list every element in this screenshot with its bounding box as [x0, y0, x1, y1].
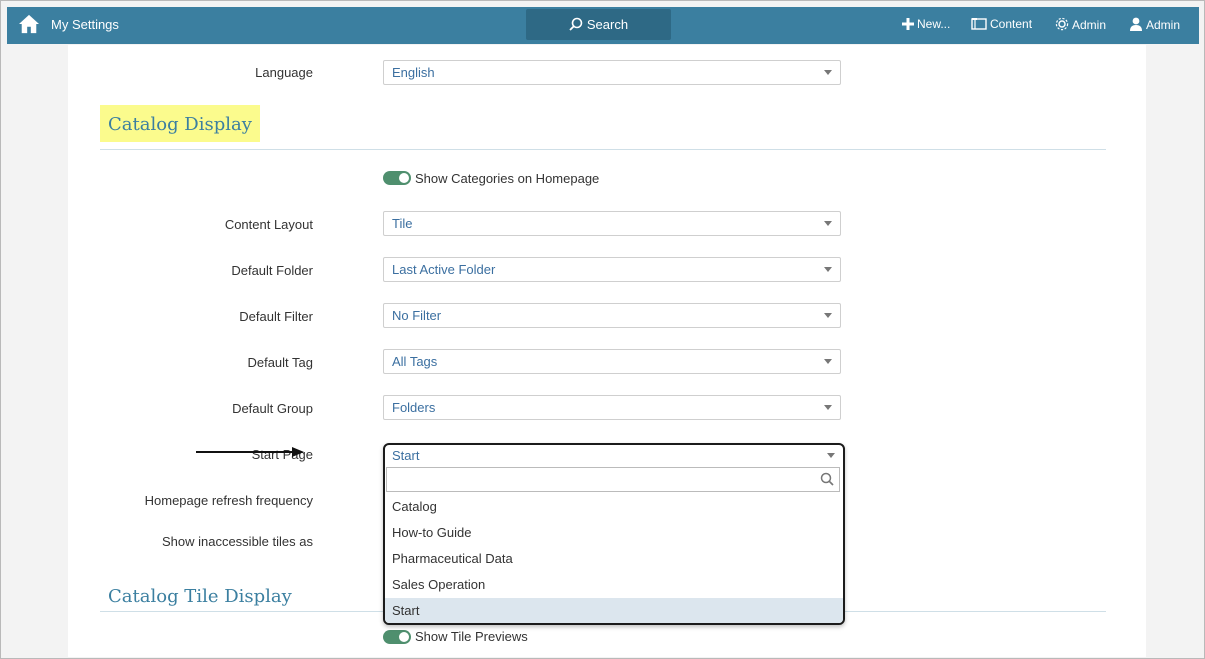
search-icon [569, 17, 583, 31]
content-button[interactable]: Content [971, 17, 1032, 31]
search-button[interactable]: Search [526, 9, 671, 40]
search-icon [820, 472, 834, 486]
default-tag-select[interactable]: All Tags [383, 349, 841, 374]
dropdown-search-input[interactable] [386, 467, 840, 492]
content-layout-label: Content Layout [224, 217, 313, 232]
show-categories-toggle[interactable] [383, 171, 411, 185]
default-group-label: Default Group [232, 401, 313, 416]
dropdown-option-how-to-guide[interactable]: How-to Guide [385, 520, 843, 546]
content-layout-select[interactable]: Tile [383, 211, 841, 236]
chevron-down-icon [824, 267, 832, 272]
annotation-arrow-icon [196, 447, 304, 457]
search-label: Search [586, 17, 629, 32]
default-folder-label: Default Folder [231, 263, 313, 278]
page-title: My Settings [51, 17, 119, 32]
home-icon[interactable] [18, 14, 40, 34]
refresh-frequency-label: Homepage refresh frequency [144, 493, 313, 508]
dropdown-option-catalog[interactable]: Catalog [385, 494, 843, 520]
chevron-down-icon [824, 70, 832, 75]
plus-icon [902, 18, 914, 30]
start-page-select[interactable]: Start [385, 445, 843, 467]
language-label: Language [255, 65, 313, 80]
chevron-down-icon [824, 313, 832, 318]
dropdown-option-sales-operation[interactable]: Sales Operation [385, 572, 843, 598]
new-button[interactable]: New... [902, 17, 950, 31]
catalog-tile-display-title: Catalog Tile Display [108, 586, 292, 607]
app-window: My Settings Search New... Content Admin … [0, 0, 1205, 659]
admin-settings-button[interactable]: Admin [1055, 17, 1106, 32]
chevron-down-icon [827, 453, 835, 458]
show-categories-label: Show Categories on Homepage [415, 171, 600, 186]
top-nav-bar: My Settings Search New... Content Admin … [7, 7, 1199, 44]
default-tag-value: All Tags [392, 354, 438, 369]
show-tile-previews-toggle[interactable] [383, 630, 411, 644]
default-group-select[interactable]: Folders [383, 395, 841, 420]
language-value: English [392, 65, 435, 80]
show-tile-previews-label: Show Tile Previews [415, 629, 528, 644]
user-icon [1130, 17, 1142, 31]
dropdown-option-start[interactable]: Start [385, 598, 843, 623]
new-label: New... [917, 17, 951, 31]
language-select[interactable]: English [383, 60, 841, 85]
default-folder-select[interactable]: Last Active Folder [383, 257, 841, 282]
catalog-display-title: Catalog Display [100, 105, 260, 142]
user-menu-button[interactable]: Admin [1129, 17, 1180, 32]
gear-icon [1055, 17, 1069, 31]
inaccessible-tiles-label: Show inaccessible tiles as [161, 534, 313, 549]
chevron-down-icon [824, 221, 832, 226]
default-filter-label: Default Filter [239, 309, 313, 324]
user-label: Admin [1146, 18, 1181, 32]
content-label: Content [990, 17, 1033, 31]
default-filter-select[interactable]: No Filter [383, 303, 841, 328]
catalog-display-heading: Catalog Display [100, 105, 260, 142]
default-group-value: Folders [392, 400, 436, 415]
section-divider [100, 149, 1106, 150]
admin-label: Admin [1072, 18, 1107, 32]
folder-icon [971, 18, 987, 30]
default-filter-value: No Filter [392, 308, 442, 323]
dropdown-option-pharmaceutical-data[interactable]: Pharmaceutical Data [385, 546, 843, 572]
settings-panel: Language English Catalog Display Show Ca… [68, 45, 1146, 657]
chevron-down-icon [824, 405, 832, 410]
start-page-value: Start [392, 448, 420, 463]
default-folder-value: Last Active Folder [392, 262, 496, 277]
start-page-dropdown[interactable]: Start Catalog How-to Guide Pharmaceutica… [383, 443, 845, 625]
default-tag-label: Default Tag [247, 355, 313, 370]
chevron-down-icon [824, 359, 832, 364]
content-layout-value: Tile [392, 216, 413, 231]
